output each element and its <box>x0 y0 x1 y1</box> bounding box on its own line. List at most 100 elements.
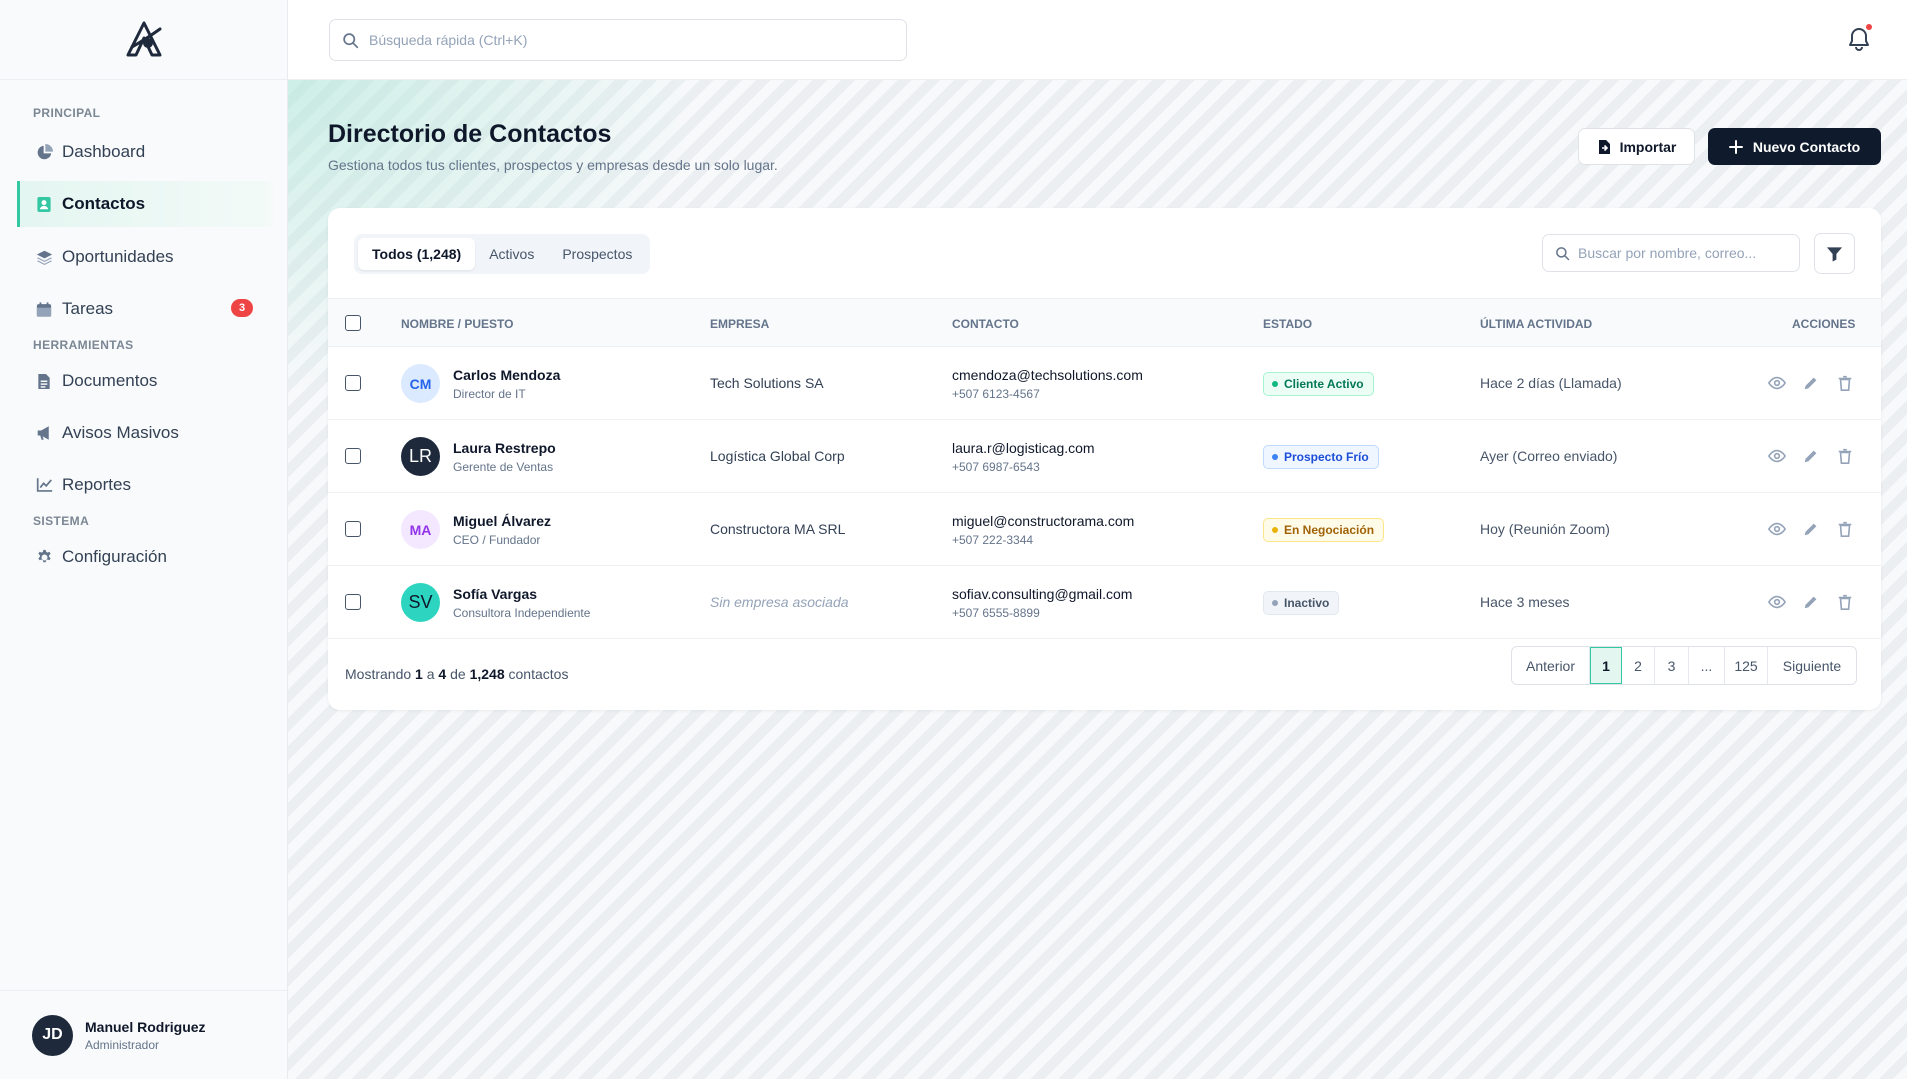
page-125-button[interactable]: 125 <box>1725 647 1768 684</box>
col-empresa[interactable]: EMPRESA <box>710 317 769 331</box>
section-principal: PRINCIPAL <box>33 106 101 120</box>
col-acciones: ACCIONES <box>1792 317 1856 331</box>
table-row[interactable]: SV Sofía Vargas Consultora Independiente… <box>328 566 1881 639</box>
megaphone-icon <box>35 424 53 442</box>
topbar <box>288 0 1907 80</box>
brand-logo-icon[interactable] <box>124 21 164 59</box>
main-content: Directorio de Contactos Gestiona todos t… <box>288 80 1907 1079</box>
contacts-card: Todos (1,248) Activos Prospectos NOMBRE … <box>328 208 1881 710</box>
col-contacto[interactable]: CONTACTO <box>952 317 1019 331</box>
sidebar-item-dashboard[interactable]: Dashboard <box>17 129 273 175</box>
row-checkbox[interactable] <box>345 448 361 464</box>
contact-position: Gerente de Ventas <box>453 460 554 474</box>
sidebar-item-tareas[interactable]: Tareas 3 <box>17 286 273 332</box>
contact-position: Consultora Independiente <box>453 606 591 620</box>
line-chart-icon <box>35 476 53 494</box>
page-subtitle: Gestiona todos tus clientes, prospectos … <box>328 157 778 173</box>
table-search[interactable] <box>1542 234 1800 272</box>
table-row[interactable]: CM Carlos Mendoza Director de IT Tech So… <box>328 347 1881 420</box>
status-dot <box>1272 527 1278 533</box>
row-checkbox[interactable] <box>345 594 361 610</box>
page-3-button[interactable]: 3 <box>1655 647 1689 684</box>
current-user[interactable]: JD Manuel Rodriguez Administrador <box>0 990 288 1079</box>
delete-icon[interactable] <box>1836 374 1854 392</box>
table-search-input[interactable] <box>1578 245 1793 261</box>
edit-icon[interactable] <box>1802 374 1820 392</box>
status-label: Cliente Activo <box>1284 377 1364 391</box>
contact-phone: +507 6987-6543 <box>952 460 1040 474</box>
sidebar-item-avisos-masivos[interactable]: Avisos Masivos <box>17 410 273 456</box>
delete-icon[interactable] <box>1836 447 1854 465</box>
sidebar-item-label: Oportunidades <box>62 247 174 266</box>
contact-name[interactable]: Laura Restrepo <box>453 440 556 456</box>
table-row[interactable]: LR Laura Restrepo Gerente de Ventas Logí… <box>328 420 1881 493</box>
contact-name[interactable]: Miguel Álvarez <box>453 513 551 529</box>
contact-company: Sin empresa asociada <box>710 594 849 610</box>
view-icon[interactable] <box>1768 447 1786 465</box>
avatar: LR <box>401 437 440 476</box>
user-role: Administrador <box>85 1037 160 1052</box>
status-dot <box>1272 381 1278 387</box>
notifications-button[interactable] <box>1848 24 1872 51</box>
new-contact-button[interactable]: Nuevo Contacto <box>1708 128 1881 165</box>
delete-icon[interactable] <box>1836 520 1854 538</box>
sidebar-item-label: Configuración <box>62 547 167 566</box>
filter-button[interactable] <box>1814 233 1855 274</box>
view-icon[interactable] <box>1768 520 1786 538</box>
new-contact-label: Nuevo Contacto <box>1752 138 1861 155</box>
contact-name[interactable]: Sofía Vargas <box>453 586 537 602</box>
col-nombre[interactable]: NOMBRE / PUESTO <box>401 317 513 331</box>
page-1-button[interactable]: 1 <box>1590 647 1622 684</box>
edit-icon[interactable] <box>1802 593 1820 611</box>
contact-company: Tech Solutions SA <box>710 375 824 391</box>
contact-email[interactable]: miguel@constructorama.com <box>952 513 1134 529</box>
pie-chart-icon <box>35 143 53 161</box>
contact-name[interactable]: Carlos Mendoza <box>453 367 560 383</box>
col-estado[interactable]: ESTADO <box>1263 317 1312 331</box>
sidebar: PRINCIPAL Dashboard Contactos Oportunida… <box>0 0 288 1079</box>
contact-email[interactable]: sofiav.consulting@gmail.com <box>952 586 1132 602</box>
quick-search-input[interactable] <box>369 32 889 48</box>
row-checkbox[interactable] <box>345 521 361 537</box>
contact-email[interactable]: laura.r@logisticag.com <box>952 440 1095 456</box>
summary-total: 1,248 <box>469 666 505 682</box>
contact-email[interactable]: cmendoza@techsolutions.com <box>952 367 1143 383</box>
tab-prospectos[interactable]: Prospectos <box>548 238 646 270</box>
sidebar-item-documentos[interactable]: Documentos <box>17 358 273 404</box>
sidebar-item-reportes[interactable]: Reportes <box>17 462 273 508</box>
sidebar-item-contactos[interactable]: Contactos <box>17 181 273 227</box>
next-page-button[interactable]: Siguiente <box>1768 647 1856 684</box>
edit-icon[interactable] <box>1802 447 1820 465</box>
col-ultima-actividad[interactable]: ÚLTIMA ACTIVIDAD <box>1480 317 1592 331</box>
summary-mid2: de <box>450 666 466 682</box>
quick-search[interactable] <box>329 19 907 61</box>
gear-icon <box>35 548 53 566</box>
last-activity: Ayer (Correo enviado) <box>1480 448 1618 464</box>
view-icon[interactable] <box>1768 374 1786 392</box>
sidebar-item-label: Documentos <box>62 371 158 390</box>
page-2-button[interactable]: 2 <box>1622 647 1655 684</box>
row-checkbox[interactable] <box>345 375 361 391</box>
select-all-checkbox[interactable] <box>345 315 361 331</box>
tab-todos[interactable]: Todos (1,248) <box>358 238 476 270</box>
delete-icon[interactable] <box>1836 593 1854 611</box>
summary-prefix: Mostrando <box>345 666 412 682</box>
notification-dot <box>1866 24 1872 30</box>
sidebar-item-label: Dashboard <box>62 142 146 161</box>
page-ellipsis: ... <box>1689 647 1725 684</box>
import-button[interactable]: Importar <box>1578 128 1695 165</box>
status-badge: Cliente Activo <box>1263 372 1374 396</box>
tab-activos[interactable]: Activos <box>475 238 548 270</box>
contact-company: Logística Global Corp <box>710 448 845 464</box>
view-icon[interactable] <box>1768 593 1786 611</box>
sidebar-item-label: Avisos Masivos <box>62 423 179 442</box>
contact-phone: +507 6123-4567 <box>952 387 1040 401</box>
prev-page-button[interactable]: Anterior <box>1512 647 1590 684</box>
summary-from: 1 <box>415 666 423 682</box>
sidebar-item-configuracion[interactable]: Configuración <box>17 534 273 580</box>
edit-icon[interactable] <box>1802 520 1820 538</box>
table-row[interactable]: MA Miguel Álvarez CEO / Fundador Constru… <box>328 493 1881 566</box>
status-badge: Prospecto Frío <box>1263 445 1379 469</box>
sidebar-item-label: Contactos <box>62 194 146 213</box>
sidebar-item-oportunidades[interactable]: Oportunidades <box>17 234 273 280</box>
